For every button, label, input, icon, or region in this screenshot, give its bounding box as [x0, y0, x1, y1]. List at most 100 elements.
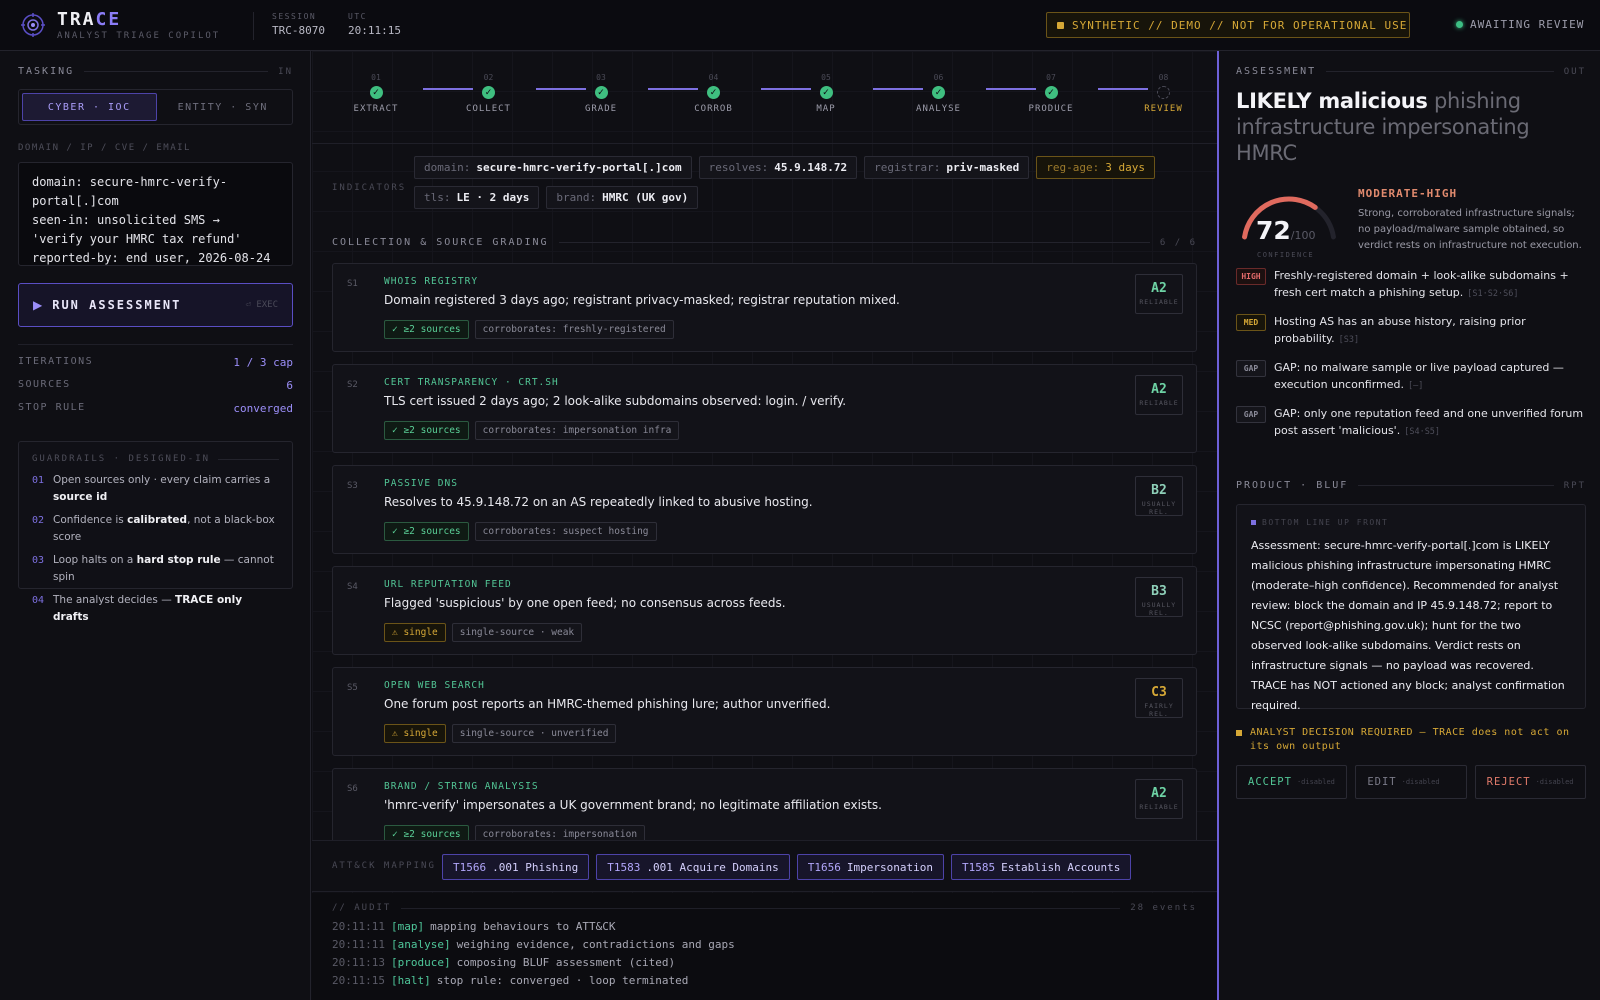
- check-icon: ✓: [594, 86, 608, 99]
- decision-actions: ACCEPT ·disabled EDIT ·disabled REJECT ·dis…: [1236, 765, 1586, 799]
- step-map[interactable]: 05 ✓ MAP: [786, 73, 866, 114]
- source-card[interactable]: S2 CERT TRANSPARENCY · CRT.SH TLS cert iss…: [332, 364, 1197, 453]
- log-line: 20:11:11 [analyse] weighing evidence, cont…: [332, 938, 735, 951]
- ttp-chip[interactable]: T1583.001 Acquire Domains: [596, 854, 790, 880]
- finding-item: GAP GAP: no malware sample or live payloa…: [1236, 359, 1586, 395]
- assessment-panel: ASSESSMENT OUT LIKELY malicious phishing …: [1217, 51, 1600, 1000]
- synthetic-demo-banner: SYNTHETIC // DEMO // NOT FOR OPERATIONAL…: [1046, 12, 1410, 38]
- step-analyse[interactable]: 06 ✓ ANALYSE: [899, 73, 979, 114]
- source-title: BRAND / STRING ANALYSIS: [384, 781, 539, 792]
- exec-hint: ⏎ EXEC: [245, 300, 278, 310]
- source-card[interactable]: S3 PASSIVE DNS Resolves to 45.9.148.72 on …: [332, 465, 1197, 554]
- source-ref: [S4·S5]: [1404, 427, 1441, 437]
- source-grade: C3 FAIRLY REL.: [1135, 678, 1183, 718]
- indicator-chip[interactable]: brand: HMRC (UK gov): [546, 186, 699, 209]
- source-card[interactable]: S4 URL REPUTATION FEED Flagged 'suspicious…: [332, 566, 1197, 655]
- source-title: WHOIS REGISTRY: [384, 276, 479, 287]
- source-description: 'hmrc-verify' impersonates a UK governme…: [384, 798, 882, 812]
- indicator-chips: domain: secure-hmrc-verify-portal[.]com re…: [414, 156, 1194, 209]
- source-grade: A2 RELIABLE: [1135, 779, 1183, 819]
- source-card[interactable]: S5 OPEN WEB SEARCH One forum post reports …: [332, 667, 1197, 756]
- target-logo-icon: [21, 13, 45, 37]
- accept-button[interactable]: ACCEPT ·disabled: [1236, 765, 1348, 799]
- utc-meta: UTC 20:11:15: [348, 12, 401, 37]
- finding-item: MED Hosting AS has an abuse history, rais…: [1236, 313, 1586, 349]
- finding-severity-badge: HIGH: [1236, 268, 1266, 285]
- finding-severity-badge: MED: [1236, 314, 1266, 331]
- ttp-chip[interactable]: T1585 Establish Accounts: [951, 854, 1132, 880]
- step-review[interactable]: 08 REVIEW: [1124, 73, 1204, 114]
- brand-tagline: ANALYST TRIAGE COPILOT: [57, 31, 221, 41]
- indicator-chip[interactable]: resolves: 45.9.148.72: [698, 156, 858, 179]
- product-header: PRODUCT · BLUF RPT: [1236, 480, 1586, 491]
- run-assessment-button[interactable]: ▶ RUN ASSESSMENT ⏎ EXEC: [18, 283, 293, 327]
- iterations-row: ITERATIONS 1 / 3 cap: [18, 356, 293, 369]
- mode-entity-syn[interactable]: ENTITY · SYN: [157, 93, 290, 121]
- verdict-headline: LIKELY malicious phishing infrastructure…: [1236, 89, 1530, 165]
- session-id: TRC-8070: [272, 24, 325, 37]
- guardrails-box: GUARDRAILS · DESIGNED-IN 01 Open sources …: [18, 441, 293, 623]
- corroboration-note: single-source · weak: [451, 623, 583, 642]
- source-grade: B2 USUALLY REL.: [1135, 476, 1183, 516]
- indicator-chip[interactable]: domain: secure-hmrc-verify-portal[.]com: [414, 156, 692, 179]
- reject-button[interactable]: REJECT ·disabled: [1474, 765, 1586, 799]
- guardrail-item: 03 Loop halts on a hard stop rule — canno…: [32, 554, 274, 583]
- source-list: S1 WHOIS REGISTRY Domain registered 3 days…: [332, 263, 1197, 869]
- bluf-box: BOTTOM LINE UP FRONT Assessment: secure-…: [1236, 504, 1586, 712]
- sources-row: SOURCES 6: [18, 379, 293, 392]
- collection-header: COLLECTION & SOURCE GRADING 6 / 6: [332, 237, 1197, 248]
- brand: TRACE ANALYST TRIAGE COPILOT: [57, 9, 220, 41]
- indicator-input[interactable]: domain: secure-hmrc-verify-portal[.]com …: [18, 162, 293, 266]
- corroboration-badge: ⚠ single: [384, 623, 446, 642]
- finding-severity-badge: GAP: [1236, 406, 1266, 423]
- pending-spinner-icon: [1157, 86, 1170, 99]
- ttp-chip[interactable]: T1656 Impersonation: [796, 854, 945, 880]
- source-description: Domain registered 3 days ago; registrant…: [384, 293, 900, 307]
- finding-item: HIGH Freshly-registered domain + look-ali…: [1236, 267, 1586, 303]
- source-title: PASSIVE DNS: [384, 478, 458, 489]
- source-ref: [S1·S2·S6]: [1467, 289, 1519, 299]
- guardrail-item: 04 The analyst decides — TRACE only draft…: [32, 594, 243, 623]
- check-icon: ✓: [707, 86, 720, 99]
- finding-severity-badge: GAP: [1236, 360, 1266, 377]
- step-corrob[interactable]: 04 ✓ CORROB: [674, 73, 754, 114]
- confidence-gauge: 72/100 CONFIDENCE: [1236, 189, 1346, 269]
- corroboration-note: corroborates: suspect hosting: [474, 522, 657, 541]
- corroboration-note: single-source · unverified: [451, 724, 617, 743]
- corroboration-note: corroborates: freshly-registered: [474, 320, 674, 339]
- step-grade[interactable]: 03 ✓ GRADE: [561, 73, 641, 114]
- guardrails-list: 01 Open sources only · every claim carrie…: [32, 472, 279, 626]
- corroboration-badge: ⚠ single: [384, 724, 446, 743]
- play-icon: ▶: [33, 298, 43, 312]
- log-line: 20:11:13 [produce] composing BLUF assessme…: [332, 956, 676, 969]
- step-produce[interactable]: 07 ✓ PRODUCE: [1011, 73, 1091, 114]
- top-bar: TRACE ANALYST TRIAGE COPILOT SESSION TRC…: [0, 0, 1600, 51]
- mode-cyber-ioc[interactable]: CYBER · IOC: [22, 93, 157, 121]
- check-icon: ✓: [819, 86, 833, 99]
- check-icon: ✓: [482, 86, 495, 99]
- edit-button[interactable]: EDIT ·disabled: [1355, 765, 1467, 799]
- source-title: CERT TRANSPARENCY · CRT.SH: [384, 377, 559, 388]
- source-card[interactable]: S1 WHOIS REGISTRY Domain registered 3 days…: [332, 263, 1197, 352]
- divider: [18, 344, 293, 345]
- indicator-chip[interactable]: tls: LE · 2 days: [414, 186, 540, 209]
- step-collect[interactable]: 02 ✓ COLLECT: [449, 73, 529, 114]
- confidence-level: MODERATE-HIGH: [1358, 187, 1458, 200]
- assessment-header: ASSESSMENT OUT: [1236, 66, 1586, 77]
- source-description: Flagged 'suspicious' by one open feed; n…: [384, 596, 786, 610]
- ttp-chip[interactable]: T1566.001 Phishing: [442, 854, 590, 880]
- findings-list: HIGH Freshly-registered domain + look-ali…: [1236, 267, 1586, 451]
- source-grade: A2 RELIABLE: [1135, 375, 1183, 415]
- indicator-chip[interactable]: registrar: priv-masked: [864, 156, 1030, 179]
- source-description: TLS cert issued 2 days ago; 2 look-alike…: [384, 394, 847, 408]
- indicators-row: INDICATORS domain: secure-hmrc-verify-por…: [332, 151, 1202, 271]
- source-description: Resolves to 45.9.148.72 on an AS repeate…: [384, 495, 813, 509]
- mode-switch: CYBER · IOC ENTITY · SYN: [18, 89, 293, 125]
- tasking-panel: TASKING IN CYBER · IOC ENTITY · SYN DOMAI…: [0, 51, 311, 1000]
- status-dot-icon: [1456, 21, 1463, 28]
- guardrail-item: 02 Confidence is calibrated, not a black-…: [32, 514, 275, 543]
- indicator-chip[interactable]: reg-age: 3 days: [1036, 156, 1155, 179]
- step-extract[interactable]: 01 ✓ EXTRACT: [336, 73, 416, 114]
- decision-notice: ANALYST DECISION REQUIRED — TRACE does n…: [1236, 726, 1586, 754]
- warning-square-icon: [1236, 730, 1242, 736]
